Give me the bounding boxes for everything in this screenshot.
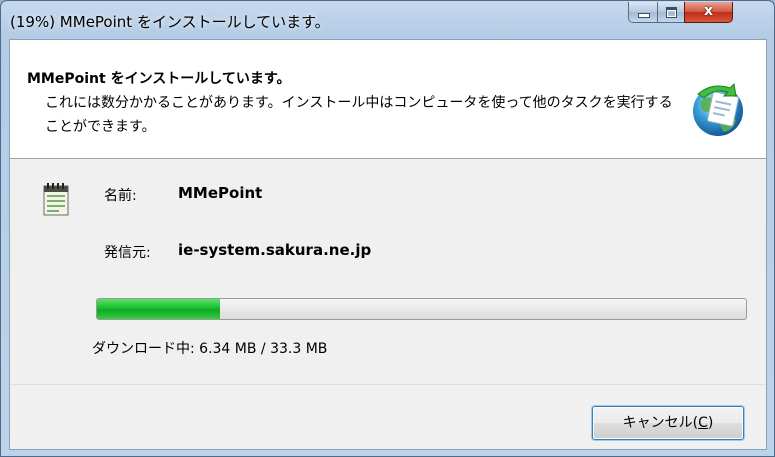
cancel-accelerator: C — [698, 415, 708, 431]
close-button[interactable]: x — [684, 2, 733, 23]
minimize-button[interactable] — [628, 2, 658, 23]
name-label: 名前: — [104, 188, 137, 204]
cancel-label: キャンセル( — [622, 415, 699, 431]
window-title: (19%) MMePoint をインストールしています。 — [10, 13, 330, 31]
publisher-value: ie-system.sakura.ne.jp — [178, 241, 372, 259]
title-bar[interactable]: (19%) MMePoint をインストールしています。 x — [1, 1, 774, 39]
install-globe-icon — [693, 82, 743, 136]
name-value: MMePoint — [178, 184, 263, 202]
minimize-icon — [638, 13, 650, 18]
close-icon: x — [703, 3, 714, 19]
footer-divider — [10, 384, 766, 385]
publisher-label: 発信元: — [104, 245, 151, 261]
maximize-icon — [666, 7, 677, 18]
download-progress-bar — [96, 298, 747, 320]
header-title: MMePoint をインストールしています。 — [27, 71, 291, 87]
dialog-header: MMePoint をインストールしています。 これには数分かかることがあります。… — [10, 40, 766, 159]
download-status: ダウンロード中: 6.34 MB / 33.3 MB — [92, 341, 328, 357]
dialog-client-area: MMePoint をインストールしています。 これには数分かかることがあります。… — [9, 39, 767, 450]
header-description: これには数分かかることがあります。インストール中はコンピュータを使って他のタスク… — [45, 95, 673, 135]
maximize-button[interactable] — [657, 2, 685, 23]
progress-fill — [97, 299, 221, 319]
cancel-button[interactable]: キャンセル(C) — [592, 406, 744, 440]
cancel-label-close: ) — [707, 415, 714, 431]
calendar-app-icon — [43, 183, 69, 216]
installer-window: (19%) MMePoint をインストールしています。 x MMePoint … — [0, 0, 775, 457]
